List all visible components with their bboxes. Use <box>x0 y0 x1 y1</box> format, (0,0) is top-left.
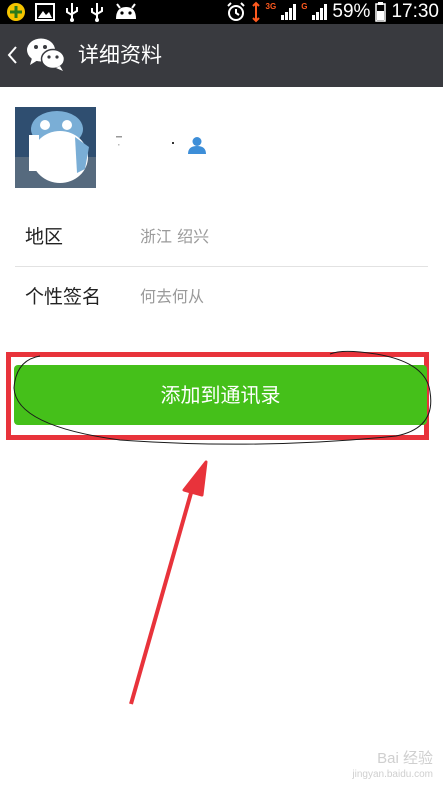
watermark: Bai 经验 jingyan.baidu.com <box>352 751 433 783</box>
arrow-annotation <box>129 460 208 705</box>
watermark-text: Bai 经验 <box>377 750 433 767</box>
watermark-subtext: jingyan.baidu.com <box>352 769 433 780</box>
